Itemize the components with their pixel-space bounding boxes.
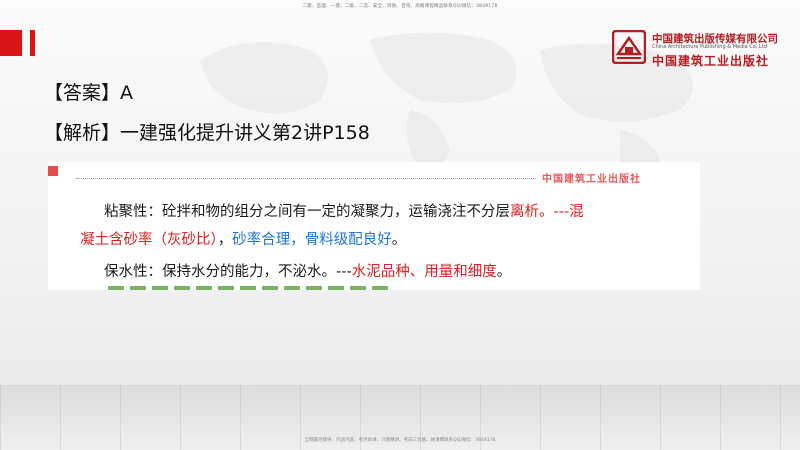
cohesion-text: 粘聚性：砼拌和物的组分之间有一定的凝聚力，运输浇注不分层 <box>104 204 510 220</box>
header-watermark-note: 二建、监理、一建、二级、二造、安全、消防、咨询、高端课程精品联系QQ/微信：38… <box>302 4 498 9</box>
water-retention-end: 。 <box>496 264 512 280</box>
excerpt-cut-off-line <box>108 286 388 290</box>
publisher-emblem-icon <box>612 30 646 64</box>
red-accent-stripe <box>30 30 35 56</box>
red-accent-block <box>0 30 22 56</box>
publisher-name-en: China Architecture Publishing & Media Co… <box>652 44 767 50</box>
cohesion-red-text: 离析。---混 <box>510 204 584 220</box>
sand-ratio-end: 。 <box>391 232 407 248</box>
excerpt-publisher-logo: 中国建筑工业出版社 <box>542 174 641 185</box>
textbook-excerpt-image: 中国建筑工业出版社 粘聚性：砼拌和物的组分之间有一定的凝聚力，运输浇注不分层离析… <box>48 162 700 290</box>
sand-ratio-red-text: 凝土含砂率（灰砂比） <box>80 232 218 248</box>
excerpt-line-cohesion: 粘聚性：砼拌和物的组分之间有一定的凝聚力，运输浇注不分层离析。---混 <box>104 200 584 221</box>
excerpt-dotted-rule <box>76 178 536 179</box>
publisher-logo: 中国建筑出版传媒有限公司 China Architecture Publishi… <box>612 30 797 70</box>
water-retention-red-text: 水泥品种、用量和细度 <box>351 264 497 280</box>
excerpt-header: 中国建筑工业出版社 <box>48 162 700 185</box>
excerpt-red-mark <box>48 166 58 176</box>
water-retention-text: 保水性：保持水分的能力，不泌水。--- <box>104 264 352 280</box>
excerpt-line-water-retention: 保水性：保持水分的能力，不泌水。---水泥品种、用量和细度。 <box>104 260 511 281</box>
footer-watermark-note: 全网最佳辅导、内含内容、考点串讲、习题精讲、考前三页纸、故请聘联系QQ/微信：3… <box>304 438 496 443</box>
publisher-calligraphy: 中国建筑工业出版社 <box>652 54 770 68</box>
excerpt-line-sand-ratio: 凝土含砂率（灰砂比），砂率合理，骨料级配良好。 <box>80 228 406 249</box>
sand-ratio-blue-text: 砂率合理，骨料级配良好 <box>232 232 392 248</box>
answer-line: 【答案】A <box>44 82 133 104</box>
sand-ratio-separator: ， <box>217 232 233 248</box>
analysis-line: 【解析】一建强化提升讲义第2讲P158 <box>44 122 370 144</box>
